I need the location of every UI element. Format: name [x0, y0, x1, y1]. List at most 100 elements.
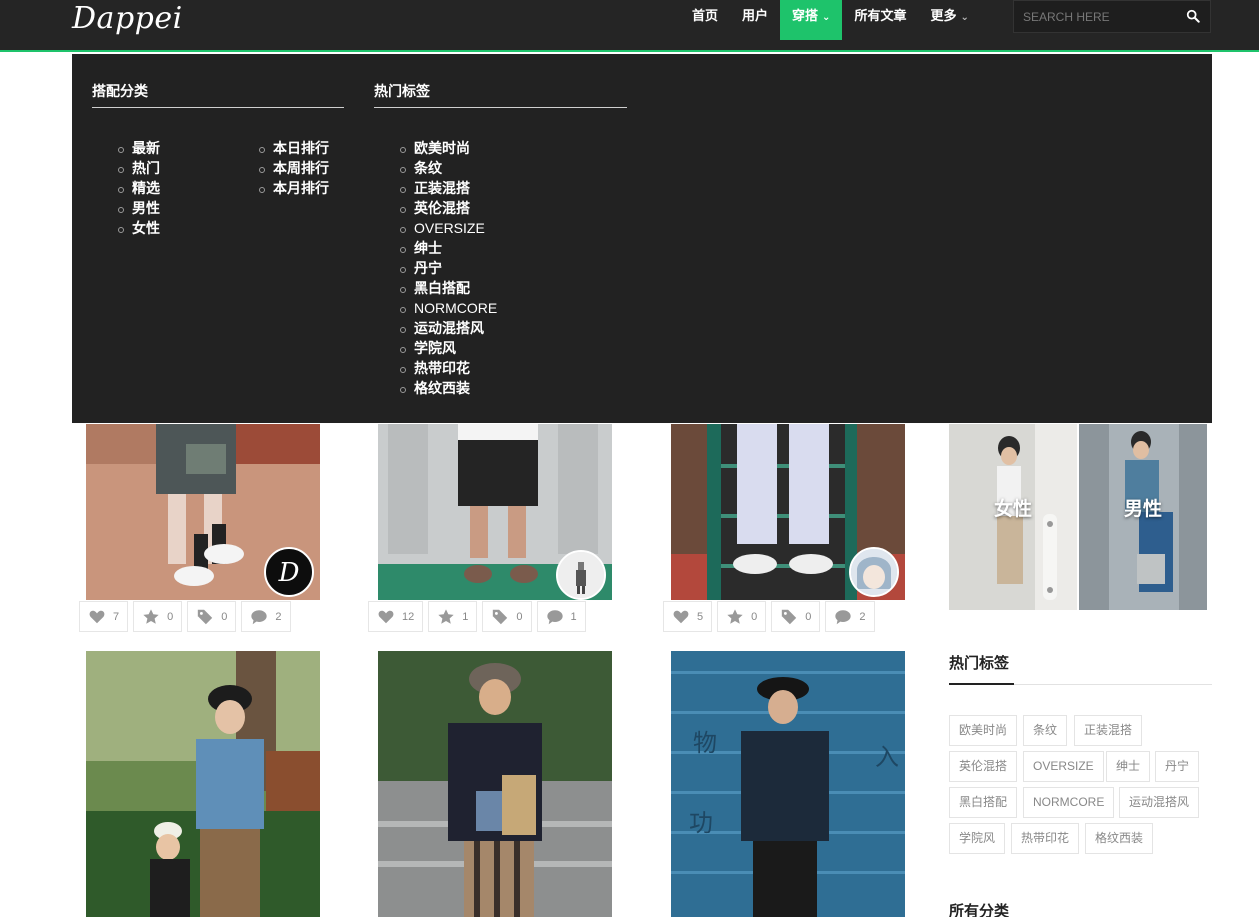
categories-title: 搭配分类 — [92, 83, 148, 99]
menu-tag-item[interactable]: NORMCORE — [399, 298, 497, 318]
search-icon[interactable] — [1186, 9, 1200, 23]
menu-tag-item[interactable]: 绅士 — [399, 238, 497, 258]
post-photo[interactable] — [86, 651, 320, 917]
tag-icon — [198, 609, 213, 624]
tag-icon — [493, 609, 508, 624]
top-navbar: Dappei 首页 用户 穿搭 ⌄ 所有文章 更多 ⌄ — [0, 0, 1259, 52]
nav-item-users[interactable]: 用户 — [730, 0, 780, 40]
hot-tags-title: 热门标签 — [949, 655, 1010, 672]
site-logo[interactable]: Dappei — [72, 0, 183, 40]
tag-chip[interactable]: 欧美时尚 — [949, 715, 1018, 746]
tag-chip[interactable]: 学院风 — [949, 823, 1006, 854]
female-category-card[interactable]: 女性 — [949, 424, 1077, 610]
tag-chip[interactable]: NORMCORE — [1023, 787, 1115, 818]
like-button[interactable]: 12 — [368, 601, 424, 632]
search-input[interactable] — [1014, 1, 1174, 32]
star-icon — [143, 608, 159, 624]
favorite-count: 0 — [167, 610, 174, 623]
chevron-down-icon: ⌄ — [822, 12, 831, 23]
menu-tag-item[interactable]: 欧美时尚 — [399, 138, 497, 158]
star-icon — [438, 608, 454, 624]
tag-chip[interactable]: 丹宁 — [1155, 751, 1200, 782]
like-button[interactable]: 5 — [663, 601, 713, 632]
favorite-button[interactable]: 0 — [133, 601, 183, 632]
comment-button[interactable]: 2 — [825, 601, 875, 632]
menu-tag-item[interactable]: 学院风 — [399, 338, 497, 358]
menu-tag-item[interactable]: 英伦混搭 — [399, 198, 497, 218]
nav-item-home[interactable]: 首页 — [680, 0, 730, 40]
comment-icon — [251, 609, 268, 624]
author-avatar[interactable] — [556, 550, 606, 600]
menu-item-monthly-ranking[interactable]: 本月排行 — [259, 178, 329, 198]
post-actions: 5 0 0 2 — [663, 601, 880, 637]
tag-chip[interactable]: 正装混搭 — [1074, 715, 1143, 746]
star-icon — [727, 608, 743, 624]
categories-list-primary: 最新 热门 精选 男性 女性 — [118, 138, 160, 238]
categories-list-ranking: 本日排行 本周排行 本月排行 — [259, 138, 329, 198]
outfit-photo-image — [378, 651, 612, 917]
heart-icon — [378, 610, 394, 623]
comment-button[interactable]: 1 — [536, 601, 586, 632]
nav-label-outfits: 穿搭 — [792, 8, 819, 23]
post-actions: 7 0 0 2 — [79, 601, 296, 637]
male-category-card[interactable]: 男性 — [1079, 424, 1207, 610]
menu-tag-item[interactable]: 黑白搭配 — [399, 278, 497, 298]
nav-label-more: 更多 — [930, 8, 957, 23]
chevron-down-icon: ⌄ — [960, 12, 969, 23]
tag-count: 0 — [516, 610, 523, 623]
tag-chip[interactable]: 英伦混搭 — [949, 751, 1018, 782]
nav-item-all-articles[interactable]: 所有文章 — [842, 0, 918, 40]
tag-chip[interactable]: OVERSIZE — [1023, 751, 1104, 782]
author-avatar[interactable]: D — [264, 547, 314, 597]
menu-item-popular[interactable]: 热门 — [118, 158, 160, 178]
tag-button[interactable]: 0 — [482, 601, 532, 632]
favorite-button[interactable]: 0 — [717, 601, 767, 632]
tag-chip[interactable]: 绅士 — [1106, 751, 1151, 782]
nav-item-more[interactable]: 更多 ⌄ — [918, 0, 980, 40]
svg-text:D: D — [278, 558, 300, 588]
like-count: 5 — [697, 610, 704, 623]
menu-item-male[interactable]: 男性 — [118, 198, 160, 218]
comment-button[interactable]: 2 — [241, 601, 291, 632]
author-avatar[interactable] — [849, 547, 899, 597]
tag-chip[interactable]: 热带印花 — [1011, 823, 1080, 854]
hot-tags-divider-accent — [949, 683, 1014, 685]
post-actions: 12 1 0 1 — [368, 601, 591, 637]
main-nav: 首页 用户 穿搭 ⌄ 所有文章 更多 ⌄ — [680, 0, 981, 40]
menu-tag-item[interactable]: OVERSIZE — [399, 218, 497, 238]
like-count: 7 — [113, 610, 120, 623]
favorite-button[interactable]: 1 — [428, 601, 478, 632]
nav-item-outfits[interactable]: 穿搭 ⌄ — [780, 0, 843, 40]
menu-tag-item[interactable]: 条纹 — [399, 158, 497, 178]
like-count: 12 — [402, 610, 415, 623]
menu-item-daily-ranking[interactable]: 本日排行 — [259, 138, 329, 158]
outfit-photo-image — [86, 651, 320, 917]
menu-tag-item[interactable]: 丹宁 — [399, 258, 497, 278]
tags-title: 热门标签 — [374, 83, 430, 99]
nav-label-all-articles: 所有文章 — [854, 8, 907, 23]
comment-count: 2 — [275, 610, 282, 623]
menu-tag-item[interactable]: 正装混搭 — [399, 178, 497, 198]
menu-tag-item[interactable]: 热带印花 — [399, 358, 497, 378]
tag-chip[interactable]: 条纹 — [1023, 715, 1068, 746]
page: Dappei 首页 用户 穿搭⌄ 所有文章 更多⌄ 搭配分类 最新 热门 精选 … — [0, 0, 1259, 917]
menu-item-latest[interactable]: 最新 — [118, 138, 160, 158]
tag-chip[interactable]: 运动混搭风 — [1119, 787, 1200, 818]
menu-item-female[interactable]: 女性 — [118, 218, 160, 238]
menu-tag-item[interactable]: 格纹西装 — [399, 378, 497, 398]
comment-count: 2 — [859, 610, 866, 623]
post-photo[interactable] — [378, 651, 612, 917]
nav-label-home: 首页 — [692, 8, 719, 23]
like-button[interactable]: 7 — [79, 601, 129, 632]
tag-chip[interactable]: 黑白搭配 — [949, 787, 1018, 818]
tag-button[interactable]: 0 — [771, 601, 821, 632]
tag-chip[interactable]: 格纹西装 — [1085, 823, 1154, 854]
menu-item-featured[interactable]: 精选 — [118, 178, 160, 198]
menu-tag-item[interactable]: 运动混搭风 — [399, 318, 497, 338]
tag-icon — [782, 609, 797, 624]
male-category-label: 男性 — [1123, 499, 1162, 520]
tag-button[interactable]: 0 — [187, 601, 237, 632]
favorite-count: 1 — [462, 610, 469, 623]
post-photo[interactable]: 物 功 入 — [671, 651, 905, 917]
menu-item-weekly-ranking[interactable]: 本周排行 — [259, 158, 329, 178]
